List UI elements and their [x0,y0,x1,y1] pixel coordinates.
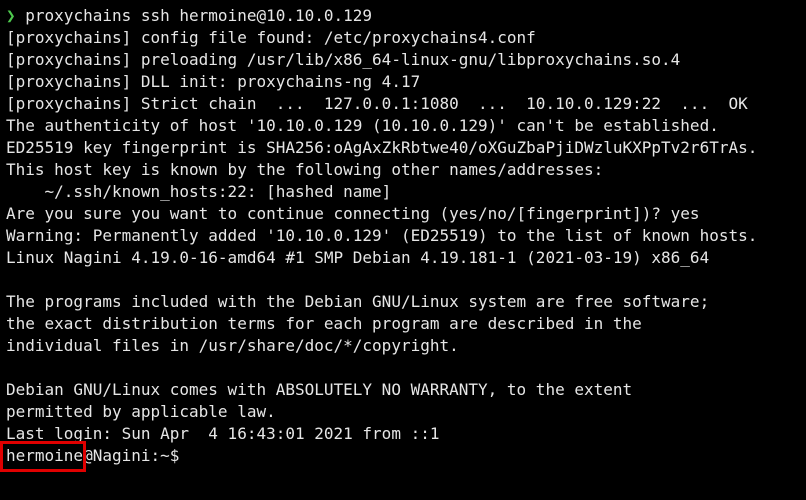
output-line: [proxychains] config file found: /etc/pr… [6,28,536,47]
output-line: ED25519 key fingerprint is SHA256:oAgAxZ… [6,138,758,157]
output-line: Warning: Permanently added '10.10.0.129'… [6,226,758,245]
output-line: ~/.ssh/known_hosts:22: [hashed name] [6,182,392,201]
last-login-line: Last login: Sun Apr 4 16:43:01 2021 from… [6,424,440,443]
shell-prompt[interactable]: hermoine@Nagini:~$ [6,445,806,467]
output-line: [proxychains] preloading /usr/lib/x86_64… [6,50,681,69]
command-text: proxychains ssh hermoine@10.10.0.129 [15,6,373,25]
prompt-username: hermoine [6,446,84,465]
output-line: permitted by applicable law. [6,402,276,421]
output-line: Are you sure you want to continue connec… [6,204,700,223]
output-line: The authenticity of host '10.10.0.129 (1… [6,116,719,135]
prompt-arrow-icon: ❯ [6,6,16,25]
output-line: Linux Nagini 4.19.0-16-amd64 #1 SMP Debi… [6,248,710,267]
terminal-output: ❯ proxychains ssh hermoine@10.10.0.129 [… [6,5,806,467]
terminal-window[interactable]: ❯ proxychains ssh hermoine@10.10.0.129 [… [0,0,806,500]
output-line: [proxychains] Strict chain ... 127.0.0.1… [6,94,748,113]
output-line: The programs included with the Debian GN… [6,292,710,311]
output-line: individual files in /usr/share/doc/*/cop… [6,336,459,355]
prompt-host-path: @Nagini:~$ [83,446,180,465]
output-line: [proxychains] DLL init: proxychains-ng 4… [6,72,421,91]
output-line: Debian GNU/Linux comes with ABSOLUTELY N… [6,380,633,399]
output-line: the exact distribution terms for each pr… [6,314,642,333]
output-line: This host key is known by the following … [6,160,604,179]
command-line: ❯ proxychains ssh hermoine@10.10.0.129 [6,5,806,27]
